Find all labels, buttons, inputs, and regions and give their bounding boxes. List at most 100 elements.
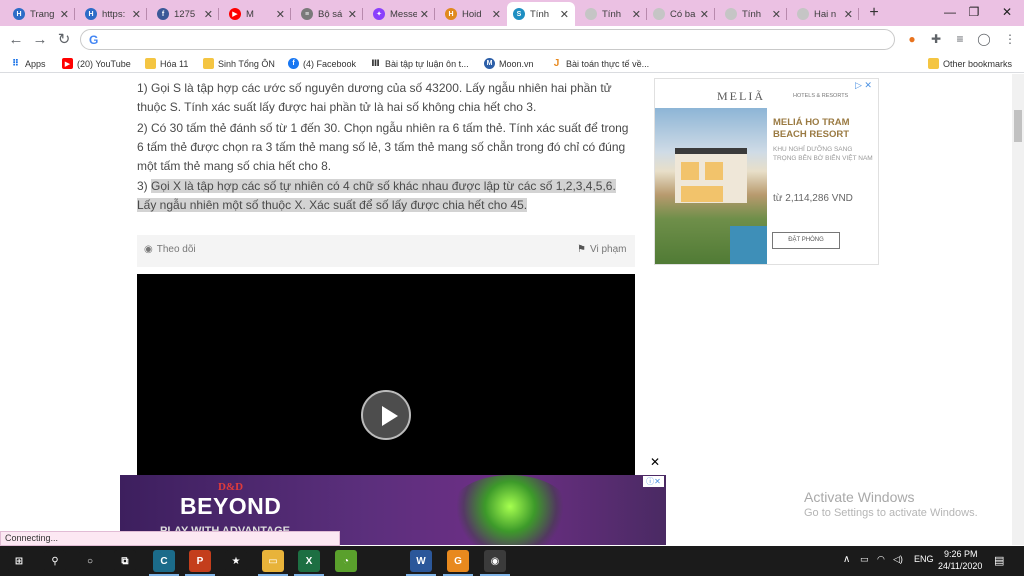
hoidap-icon: H <box>445 8 457 20</box>
hoc24-icon: H <box>13 8 25 20</box>
volume-icon[interactable]: ◁) <box>893 554 903 565</box>
bookmark-other[interactable]: Other bookmarks <box>928 56 1012 71</box>
doc-icon: ≡ <box>301 8 313 20</box>
network-icon[interactable]: ▭ <box>860 554 869 565</box>
green-app-icon[interactable]: ◔ <box>335 550 357 572</box>
tab-8[interactable]: S Tính ✕ <box>507 2 575 26</box>
media-control-icon[interactable]: ≡ <box>952 31 968 47</box>
close-window-button[interactable]: ✕ <box>985 0 1024 26</box>
tab-close-icon[interactable]: ✕ <box>560 8 569 21</box>
tab-close-icon[interactable]: ✕ <box>844 8 853 21</box>
status-bar: Connecting... <box>0 531 340 546</box>
clock-date[interactable]: 24/11/2020 <box>938 561 982 571</box>
extension-fire-icon[interactable]: ● <box>904 31 920 47</box>
forward-button[interactable]: → <box>30 30 50 50</box>
tab-label: Hai n <box>814 8 837 20</box>
search-icon[interactable]: ⚲ <box>44 550 66 572</box>
tab-close-icon[interactable]: ✕ <box>276 8 285 21</box>
adchoices-icon[interactable]: ⓘ✕ <box>643 476 664 487</box>
tab-12[interactable]: Hai n ✕ <box>791 3 859 25</box>
file-explorer-icon[interactable]: ▭ <box>262 550 284 572</box>
screen: H Trang ✕ Hhttps: ✕ f 1275 ✕ ▶ M ✕ ≡ Bộ sá ✕ ✦ Messe ✕ H H… <box>0 0 1024 576</box>
play-button[interactable] <box>361 390 411 440</box>
tab-close-icon[interactable]: ✕ <box>204 8 213 21</box>
cortana-icon[interactable]: ○ <box>79 550 101 572</box>
bookmark-bai-tap[interactable]: Ⅲ Bài tập tự luận ôn t... <box>370 56 468 71</box>
report-button[interactable]: ⚑ Vi phạm <box>577 244 626 255</box>
hotel-ad[interactable]: ▷ ✕ MELIÃ HOTELS & RESORTS MELIÁ HO TRAM… <box>654 78 879 265</box>
tab-9[interactable]: Tính ✕ <box>579 3 647 25</box>
star-app-icon[interactable]: ★ <box>225 550 247 572</box>
question-2: 2) Có 30 tấm thẻ đánh số từ 1 đến 30. Ch… <box>137 121 629 173</box>
wifi-icon[interactable]: ◠ <box>877 554 885 565</box>
book-icon: Ⅲ <box>371 58 380 68</box>
loading-icon <box>725 8 737 20</box>
bookmark-bai-toan[interactable]: J Bài toán thực tế về... <box>551 56 649 71</box>
tab-6[interactable]: ✦ Messe ✕ <box>367 3 435 25</box>
bookmark-apps[interactable]: ⠿ Apps <box>10 56 46 71</box>
word-icon[interactable]: W <box>410 550 432 572</box>
task-view-icon[interactable]: ⧉ <box>114 550 136 572</box>
tab-close-icon[interactable]: ✕ <box>132 8 141 21</box>
folder-icon <box>928 58 939 69</box>
question-action-bar: ◉ Theo dõi ⚑ Vi phạm <box>137 235 635 267</box>
bookmark-sinh-tong-on[interactable]: Sinh Tổng ÔN <box>203 56 275 71</box>
address-bar[interactable]: G <box>80 29 895 50</box>
tab-2[interactable]: Hhttps: ✕ <box>79 3 147 25</box>
tray-chevron-icon[interactable]: ∧ <box>843 554 850 565</box>
question-3: 3) Gọi X là tập hợp các số tự nhiên có 4… <box>137 179 616 212</box>
tab-close-icon[interactable]: ✕ <box>60 8 69 21</box>
browser-toolbar: ← → ↻ G ● ✚ ≡ ◯ ⋮ <box>0 26 1024 53</box>
bookmark-youtube[interactable]: ▶ (20) YouTube <box>62 56 131 71</box>
tab-7[interactable]: H Hoid ✕ <box>439 3 507 25</box>
tab-label: M <box>246 8 254 20</box>
tab-label: Tính <box>602 8 622 20</box>
profile-avatar[interactable]: ◯ <box>976 31 992 47</box>
tab-close-icon[interactable]: ✕ <box>348 8 357 21</box>
reload-button[interactable]: ↻ <box>54 30 74 50</box>
tab-close-icon[interactable]: ✕ <box>632 8 641 21</box>
loading-icon <box>653 8 665 20</box>
menu-kebab-icon[interactable]: ⋮ <box>1002 31 1018 47</box>
tab-4[interactable]: ▶ M ✕ <box>223 3 291 25</box>
bookmark-facebook[interactable]: f (4) Facebook <box>288 56 356 71</box>
bookmark-hoa11[interactable]: Hóa 11 <box>145 56 188 71</box>
app-c-icon[interactable]: C <box>153 550 175 572</box>
excel-icon[interactable]: X <box>298 550 320 572</box>
tab-close-icon[interactable]: ✕ <box>492 8 501 21</box>
tab-1[interactable]: H Trang ✕ <box>7 3 75 25</box>
tab-label: Messe <box>390 8 417 20</box>
ad-title: BEYOND <box>180 493 282 519</box>
vertical-scrollbar[interactable] <box>1012 74 1024 545</box>
clock-time[interactable]: 9:26 PM <box>944 549 978 559</box>
follow-button[interactable]: ◉ Theo dõi <box>144 244 196 255</box>
youtube-icon: ▶ <box>62 58 73 69</box>
hoc24-icon: H <box>85 8 97 20</box>
villa-image <box>675 148 747 203</box>
windows-start-icon[interactable]: ⊞ <box>8 550 30 572</box>
back-button[interactable]: ← <box>6 30 26 50</box>
powerpoint-icon[interactable]: P <box>189 550 211 572</box>
orange-app-icon[interactable]: G <box>447 550 469 572</box>
tab-close-icon[interactable]: ✕ <box>420 8 429 21</box>
book-now-button[interactable]: ĐẶT PHÒNG <box>772 232 840 249</box>
new-tab-button[interactable]: + <box>866 3 882 23</box>
tab-11[interactable]: Tính ✕ <box>719 3 787 25</box>
tab-close-icon[interactable]: ✕ <box>700 8 709 21</box>
tab-5[interactable]: ≡ Bộ sá ✕ <box>295 3 363 25</box>
tab-10[interactable]: Có ba ✕ <box>647 3 715 25</box>
notification-icon[interactable]: ▤ <box>994 554 1004 567</box>
adchoices-icon[interactable]: ▷ ✕ <box>855 80 872 91</box>
tab-label: Hoid <box>462 8 482 20</box>
activate-windows-title: Activate Windows <box>804 489 915 505</box>
tab-3[interactable]: f 1275 ✕ <box>151 3 219 25</box>
bookmark-moon[interactable]: M Moon.vn <box>484 56 534 71</box>
ad-brand-sub: HOTELS & RESORTS <box>793 93 849 99</box>
tab-close-icon[interactable]: ✕ <box>772 8 781 21</box>
windows-taskbar: ∧ ▭ ◠ ◁) ENG 9:26 PM 24/11/2020 ▤ ⊞ ⚲ ○ ⧉ C P… <box>0 546 1024 576</box>
extensions-puzzle-icon[interactable]: ✚ <box>928 31 944 47</box>
language-indicator[interactable]: ENG <box>914 554 934 564</box>
close-ad-button[interactable]: ✕ <box>650 455 660 469</box>
scroll-thumb[interactable] <box>1014 110 1022 142</box>
chrome-icon[interactable]: ◉ <box>484 550 506 572</box>
